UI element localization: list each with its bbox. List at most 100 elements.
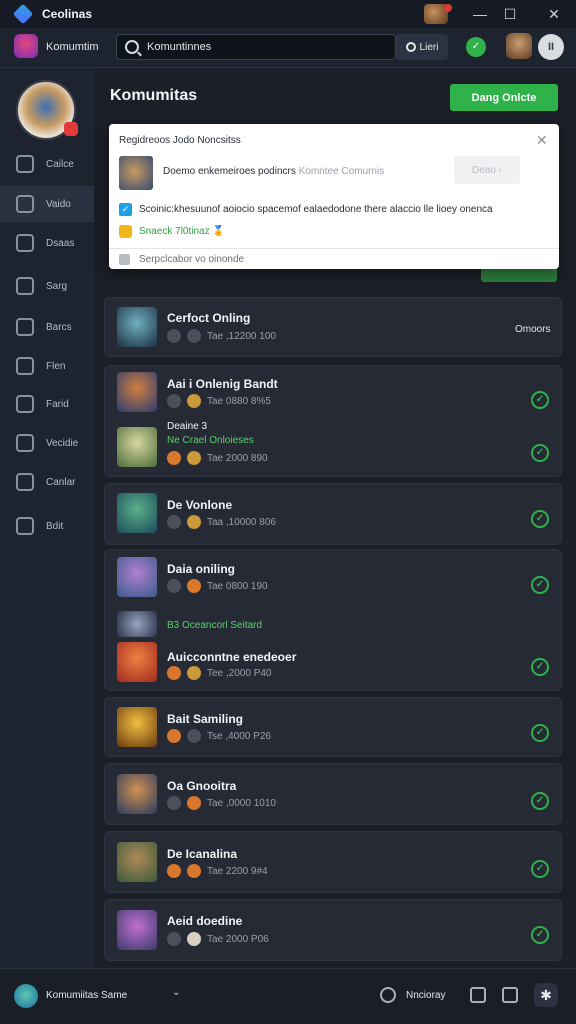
- game-thumbnail: [117, 611, 157, 637]
- search-button-label: Lieri: [419, 41, 439, 53]
- brand-logo-icon: [14, 34, 38, 58]
- sidebar-item-label: Vaido: [46, 198, 71, 210]
- sidebar-item-dsaas[interactable]: Dsaas: [0, 225, 94, 261]
- search-input[interactable]: [147, 41, 387, 53]
- minimize-button[interactable]: —: [470, 4, 490, 24]
- search-icon: [16, 277, 34, 295]
- row-meta: Taa ,10000 806: [167, 515, 276, 529]
- description-text: Doemo enkemeiroes podincrs: [163, 166, 296, 177]
- row-meta: Tae 0800 190: [167, 579, 268, 593]
- online-status-icon[interactable]: ✓: [466, 37, 486, 57]
- app-name: Ceolinas: [42, 7, 93, 21]
- puzzle-icon: [16, 357, 34, 375]
- game-thumbnail: [117, 307, 157, 347]
- list-item[interactable]: Aai i Onlenig Bandt Tae 0880 8%5 ✓ Deain…: [104, 365, 562, 477]
- sidebar-item-label: Barcs: [46, 321, 72, 333]
- row-title: Aai i Onlenig Bandt: [167, 377, 278, 391]
- screen-icon: [16, 473, 34, 491]
- row-title: Daia oniling: [167, 562, 236, 576]
- dialog-action-button[interactable]: Deao ›: [454, 156, 520, 184]
- close-icon[interactable]: ✕: [536, 132, 548, 149]
- chevron-down-icon[interactable]: ⌄: [172, 987, 180, 998]
- player-icon: [167, 864, 181, 878]
- sidebar-item-barcs[interactable]: Barcs: [0, 309, 94, 345]
- app-logo-icon: [12, 3, 34, 25]
- sidebar-item-canlar[interactable]: Canlar: [0, 464, 94, 500]
- list-item[interactable]: Bait Samiling Tse ,4000 P26 ✓: [104, 697, 562, 757]
- gear-icon[interactable]: ✱: [534, 983, 558, 1007]
- list-item[interactable]: Oa Gnooitra Tae ,0000 1010 ✓: [104, 763, 562, 825]
- row-meta-text: Tee ,2000 P40: [207, 667, 272, 679]
- search-box[interactable]: [116, 34, 396, 60]
- row-meta: Tae ,0000 1010: [167, 796, 276, 810]
- community-logo-icon: [14, 984, 38, 1008]
- sidebar-item-label: Dsaas: [46, 237, 75, 249]
- row-meta-text: Tae ,0000 1010: [207, 797, 276, 809]
- check-icon: ✓: [531, 860, 549, 878]
- list-item[interactable]: Aeid doedine Tae 2000 P06 ✓: [104, 899, 562, 961]
- row-status: Omoors: [515, 324, 551, 335]
- page-title: Komumitas: [110, 87, 198, 104]
- sidebar-item-label: Cailce: [46, 158, 74, 170]
- row-subtitle: Ne Crael Onloieses: [167, 435, 254, 446]
- row-meta-text: Tae 0800 190: [207, 580, 268, 592]
- row-meta-text: Tae 2000 P06: [207, 933, 269, 945]
- sidebar-item-label: Vecidie: [46, 437, 79, 449]
- pause-icon[interactable]: II: [538, 34, 564, 60]
- screen-icon[interactable]: [502, 987, 518, 1003]
- player-icon: [187, 932, 201, 946]
- player-icon: [187, 515, 201, 529]
- list-item[interactable]: De Vonlone Taa ,10000 806 ✓: [104, 483, 562, 545]
- list-item[interactable]: De Icanalina Tae 2200 9#4 ✓: [104, 831, 562, 893]
- titlebar: Ceolinas — ☐ ✕: [0, 0, 576, 28]
- list-icon: [16, 395, 34, 413]
- game-thumbnail: [117, 910, 157, 950]
- sidebar-item-bdit[interactable]: Bdit: [0, 508, 94, 544]
- sidebar-item-vaido[interactable]: Vaido: [0, 186, 94, 222]
- library-icon: [16, 318, 34, 336]
- row-title: De Icanalina: [167, 847, 238, 861]
- user-avatar[interactable]: [506, 33, 532, 59]
- brand-name: Komumtim: [46, 41, 99, 53]
- grid-icon[interactable]: [470, 987, 486, 1003]
- row-title: Auicconntne enedeoer: [167, 650, 297, 664]
- go-online-button[interactable]: Dang Onlcte: [450, 84, 558, 111]
- description-muted-text: Komntee Comurnis: [298, 166, 385, 177]
- check-icon: ✓: [531, 391, 549, 409]
- join-dialog: Regidreoos Jodo Noncsitss ✕ Doemo enkeme…: [109, 124, 559, 269]
- avatar-badge: [64, 122, 78, 136]
- game-thumbnail: [117, 372, 157, 412]
- list-item[interactable]: Cerfoct Onling Tae ,12200 100 Omoors: [104, 297, 562, 357]
- gear-icon: [16, 517, 34, 535]
- row-title: Oa Gnooitra: [167, 779, 237, 793]
- sidebar-item-label: Bdit: [46, 520, 64, 532]
- list-item[interactable]: Daia oniling Tae 0800 190 ✓ B3 Oceancorl…: [104, 549, 562, 691]
- row-meta-text: Tae 0880 8%5: [207, 395, 271, 407]
- notification-badge: [444, 4, 452, 12]
- sidebar-item-sarg[interactable]: Sarg: [0, 268, 94, 304]
- row-meta: Tee ,2000 P40: [167, 666, 272, 680]
- sidebar-item-vecidie[interactable]: Vecidie: [0, 425, 94, 461]
- player-icon: [167, 729, 181, 743]
- sidebar-item-farid[interactable]: Farid: [0, 386, 94, 422]
- search-icon: [125, 40, 139, 54]
- game-thumbnail: [117, 557, 157, 597]
- sidebar-item-flen[interactable]: Flen: [0, 348, 94, 384]
- check-icon: ✓: [531, 792, 549, 810]
- checkbox[interactable]: ✓: [119, 203, 132, 216]
- maximize-button[interactable]: ☐: [500, 4, 520, 24]
- player-icon: [187, 729, 201, 743]
- check-icon: ✓: [531, 926, 549, 944]
- row-meta: Tse ,4000 P26: [167, 729, 271, 743]
- search-button[interactable]: Lieri: [396, 34, 448, 60]
- player-icon: [187, 329, 201, 343]
- community-selector-label[interactable]: Komumiitas Same: [46, 990, 127, 1001]
- close-button[interactable]: ✕: [544, 4, 564, 24]
- sidebar: Cailce Vaido Dsaas Sarg Barcs Flen Farid…: [0, 68, 94, 968]
- player-icon: [167, 329, 181, 343]
- sidebar-item-cailce[interactable]: Cailce: [0, 146, 94, 182]
- player-icon: [187, 666, 201, 680]
- sidebar-item-label: Canlar: [46, 476, 76, 488]
- people-icon[interactable]: [380, 987, 396, 1003]
- lock-icon: [119, 225, 132, 238]
